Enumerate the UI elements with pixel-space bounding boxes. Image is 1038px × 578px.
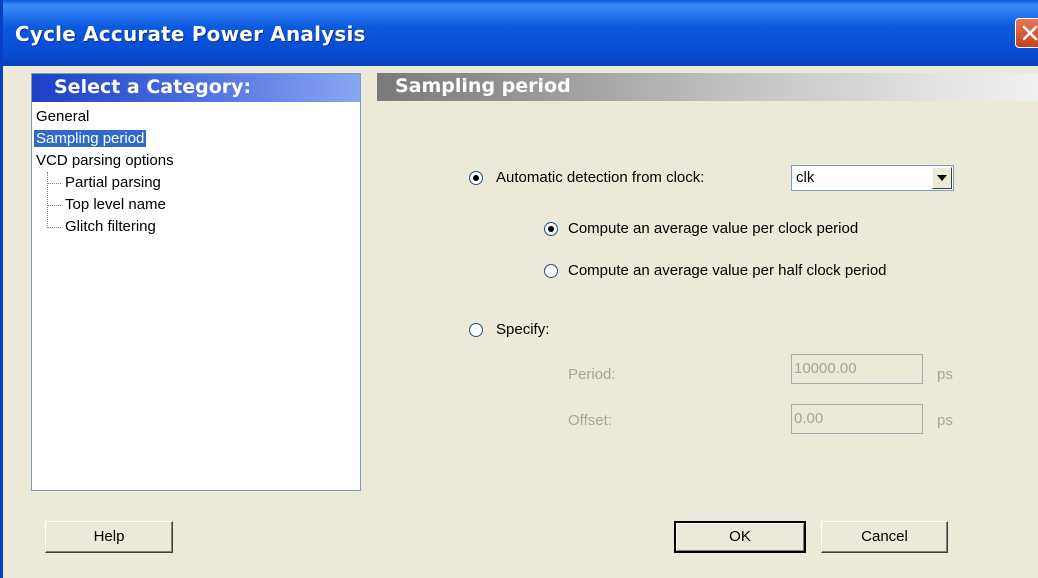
period-input[interactable] (794, 358, 918, 378)
close-button[interactable] (1015, 18, 1038, 48)
chevron-down-icon (937, 175, 947, 181)
offset-unit: ps (937, 412, 953, 429)
tree-item-sampling-period[interactable]: Sampling period (34, 128, 147, 150)
close-icon (1022, 25, 1038, 41)
tree-connector (47, 172, 48, 228)
avg-half-clock-period-label[interactable]: Compute an average value per half clock … (568, 262, 887, 280)
window-title: Cycle Accurate Power Analysis (15, 22, 366, 46)
tree-connector (47, 227, 61, 228)
period-field[interactable] (791, 354, 923, 384)
auto-detect-label[interactable]: Automatic detection from clock: (496, 169, 704, 187)
title-bar[interactable]: Cycle Accurate Power Analysis (3, 0, 1038, 66)
tree-item-label: General (36, 108, 90, 125)
tree-item-label: Partial parsing (65, 174, 161, 191)
specify-radio[interactable] (469, 323, 483, 337)
avg-clock-period-radio[interactable] (544, 222, 558, 236)
tree-item-label: Top level name (65, 196, 166, 213)
section-header: Sampling period (377, 73, 1038, 101)
help-button[interactable]: Help (45, 521, 173, 553)
category-header-label: Select a Category: (54, 76, 252, 98)
tree-item-general[interactable]: General (34, 106, 91, 128)
period-unit: ps (937, 366, 953, 383)
tree-item-top-level-name[interactable]: Top level name (63, 194, 168, 216)
tree-item-label: Glitch filtering (65, 218, 156, 235)
clock-select-dropdown-button[interactable] (932, 167, 952, 189)
clock-select[interactable]: clk (791, 165, 954, 191)
offset-input[interactable] (794, 408, 918, 428)
tree-item-vcd-parsing-options[interactable]: VCD parsing options (34, 150, 176, 172)
avg-clock-period-label[interactable]: Compute an average value per clock perio… (568, 220, 858, 238)
clock-select-value: clk (796, 169, 815, 186)
specify-label[interactable]: Specify: (496, 321, 549, 339)
avg-half-clock-period-radio[interactable] (544, 264, 558, 278)
tree-connector (47, 183, 61, 184)
cancel-button[interactable]: Cancel (821, 521, 948, 553)
tree-item-label: Sampling period (34, 130, 147, 147)
offset-label: Offset: (568, 412, 612, 429)
category-panel: Select a Category: General Sampling peri… (31, 73, 361, 491)
tree-item-partial-parsing[interactable]: Partial parsing (63, 172, 163, 194)
ok-button[interactable]: OK (674, 521, 806, 553)
section-header-label: Sampling period (395, 75, 571, 97)
period-label: Period: (568, 366, 616, 383)
auto-detect-radio[interactable] (469, 171, 483, 185)
category-header: Select a Category: (32, 74, 360, 102)
dialog-window: Cycle Accurate Power Analysis Select a C… (0, 0, 1038, 578)
tree-connector (47, 205, 61, 206)
offset-field[interactable] (791, 404, 923, 434)
tree-item-label: VCD parsing options (36, 152, 174, 169)
tree-item-glitch-filtering[interactable]: Glitch filtering (63, 216, 158, 238)
